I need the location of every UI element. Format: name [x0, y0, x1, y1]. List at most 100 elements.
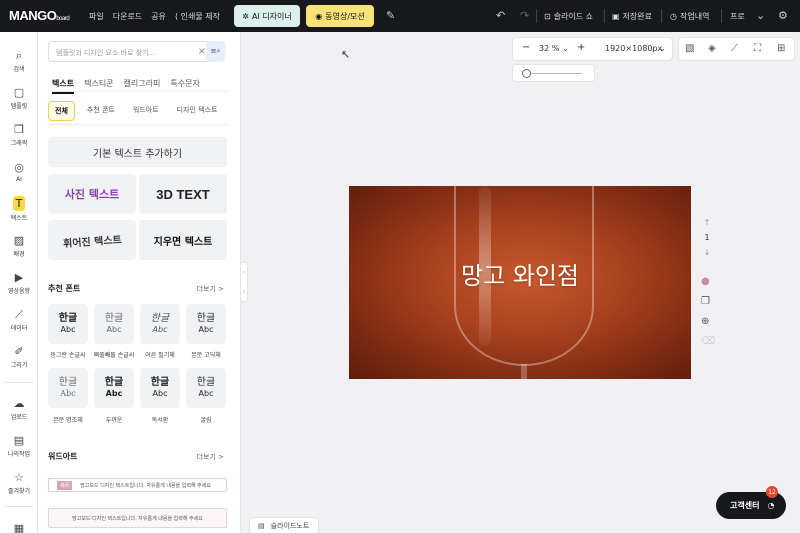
slide-canvas[interactable]: 망고 와인점 [349, 186, 691, 379]
font-card-adult-script[interactable]: 한글 Abc [140, 304, 180, 344]
font-card-myeongjo[interactable]: 한글 Abc [48, 368, 88, 408]
rail-template[interactable]: ▢ 템플릿 [2, 81, 36, 115]
rail-favorite[interactable]: ☆ 즐겨찾기 [2, 466, 36, 500]
style-photo-text[interactable]: 사진 텍스트 [48, 174, 136, 214]
layers-icon[interactable]: ◈ [708, 43, 716, 54]
wordart-more[interactable]: 더보기 > [197, 452, 224, 462]
rail-my-work[interactable]: ▤ 나의작업 [2, 429, 36, 463]
more-icon: ▦ [13, 521, 25, 533]
palette-icon[interactable]: ● [701, 276, 710, 287]
font-label: 어른 필기체 [145, 352, 175, 359]
rail-draw[interactable]: ✐ 그리기 [2, 340, 36, 374]
rail-label: 즐겨찾기 [7, 488, 31, 495]
save-icon: ▣ [612, 12, 620, 21]
page-navigator: ↑ 1 ↓ [701, 218, 713, 257]
zoom-level[interactable]: 32 % [539, 44, 559, 53]
redo-icon[interactable]: ↷ [520, 9, 529, 22]
fit-icon[interactable]: ⛶ [754, 43, 761, 54]
motion-icon: ◉ [315, 11, 323, 21]
rail-upload[interactable]: ☁ 업로드 [2, 392, 36, 426]
history-button[interactable]: ◷ 작업내역 [670, 11, 709, 22]
chip-all[interactable]: 전체 [48, 101, 75, 121]
menu-share[interactable]: 공유 [151, 11, 166, 22]
rail-graphic[interactable]: ❒ 그래픽 [2, 118, 36, 152]
video-motion-button[interactable]: ◉ 동영상/모션 [306, 5, 374, 27]
font-card-rounded[interactable]: 한글 Abc [48, 304, 88, 344]
profile-menu[interactable]: 프로 [730, 11, 745, 22]
font-sample: 한글 [58, 377, 78, 388]
grid-icon[interactable]: ⊞ [777, 43, 785, 54]
style-curved-text[interactable]: 휘어진 텍스트 [48, 220, 136, 260]
save-status[interactable]: ▣ 저장완료 [612, 11, 652, 22]
rail-label: 나의작업 [7, 451, 31, 458]
rail-divider [4, 506, 34, 507]
logo[interactable]: MANGOboard [9, 8, 70, 23]
chip-wordart[interactable]: 워드아트 [127, 101, 165, 121]
font-card-thick[interactable]: 한글 Abc [94, 368, 134, 408]
play-icon: ⊡ [544, 12, 551, 21]
slideshow-button[interactable]: ⊡ 슬라이드 쇼 [544, 11, 593, 22]
page-down-icon[interactable]: ↓ [701, 248, 713, 257]
font-card-gulim[interactable]: 한글 Abc [186, 368, 226, 408]
clock-icon: ◷ [670, 12, 677, 21]
advanced-search-button[interactable]: ≡⌕ [206, 41, 225, 62]
rail-background[interactable]: ▨ 배경 [2, 229, 36, 263]
main-menu: 파일 다운로드 공유 ⟨ 인쇄물 제작 [89, 11, 220, 22]
panel-collapse-handle[interactable]: ‹ › [240, 262, 248, 302]
notes-icon: ▤ [258, 521, 265, 530]
font-label: 본문 고딕체 [191, 352, 221, 359]
menu-download[interactable]: 다운로드 [113, 11, 142, 22]
font-sample: Abc [152, 325, 168, 334]
rail-text[interactable]: T 텍스트 [2, 192, 36, 226]
undo-icon[interactable]: ↶ [496, 9, 505, 22]
style-3d-text[interactable]: 3D TEXT [139, 174, 227, 214]
zoom-in-icon[interactable]: + [577, 42, 585, 53]
page-up-icon[interactable]: ↑ [701, 218, 713, 227]
text-icon: T [12, 196, 26, 211]
add-basic-text-button[interactable]: 기본 텍스트 추가하기 [48, 137, 227, 167]
canvas-size[interactable]: 1920×1080px [605, 44, 662, 53]
rail-ai[interactable]: ◎ AI [2, 155, 36, 189]
menu-file[interactable]: 파일 [89, 11, 104, 22]
divider [48, 124, 228, 125]
wordart-item[interactable]: 제목 망고보드 디자인 텍스트입니다. 자유롭게 내용을 입력해 주세요 [48, 478, 227, 492]
zoom-bar: − 32 % ⌄ + 1920×1080px ⌄ [512, 37, 673, 61]
chevron-down-icon[interactable]: ⌄ [562, 44, 569, 53]
style-shadow-text[interactable]: 지우면 텍스트 [139, 220, 227, 260]
font-card-reading[interactable]: 한글 Abc [140, 368, 180, 408]
menu-print[interactable]: ⟨ 인쇄물 제작 [175, 11, 220, 22]
comment-icon[interactable]: ✎ [386, 9, 395, 22]
chevron-down-icon[interactable]: ⌄ [756, 9, 765, 22]
clear-icon[interactable]: × [198, 46, 206, 57]
font-sample: 한글 [104, 377, 124, 388]
slider-handle[interactable] [522, 69, 531, 78]
font-card-gothic[interactable]: 한글 Abc [186, 304, 226, 344]
ai-designer-button[interactable]: ✲ AI 디자이너 [234, 5, 300, 27]
zoom-slider[interactable] [512, 64, 595, 82]
slide-title-text[interactable]: 망고 와인점 [349, 256, 691, 291]
font-label: 동그란 손글씨 [50, 352, 86, 359]
wordart-text: 망고보드 디자인 텍스트입니다. 자유롭게 내용을 입력해 주세요 [80, 482, 211, 489]
zoom-out-icon[interactable]: − [522, 42, 530, 53]
slide-notes-tab[interactable]: ▤ 슬라이드노트 [249, 517, 319, 533]
ruler-icon[interactable]: ⟋ [731, 43, 738, 54]
recommended-fonts-more[interactable]: 더보기 > [197, 284, 224, 294]
rail-label: AI [16, 176, 22, 183]
layout-icon[interactable]: ▧ [685, 43, 694, 54]
font-card-wobbly[interactable]: 한글 Abc [94, 304, 134, 344]
chip-design-text[interactable]: 디자인 텍스트 [171, 101, 224, 121]
settings-icon[interactable]: ⚙ [778, 9, 788, 22]
wine-glass-stem [521, 364, 527, 379]
search-input[interactable]: 템플릿과 디자인 요소 바로 찾기... × [48, 41, 213, 62]
rail-search[interactable]: ⌕ 검색 [2, 44, 36, 78]
delete-icon[interactable]: ⌫ [701, 336, 715, 347]
chip-recommended-fonts[interactable]: 추천 폰트 [81, 101, 121, 121]
rail-data[interactable]: ⟋ 데이터 [2, 303, 36, 337]
rail-media[interactable]: ▶ 영상음향 [2, 266, 36, 300]
divider [48, 91, 228, 92]
rail-extra[interactable]: ▦ [2, 512, 36, 533]
duplicate-icon[interactable]: ❐ [701, 296, 710, 307]
chevron-down-icon[interactable]: ⌄ [659, 44, 666, 53]
wordart-item[interactable]: 망고보드 디자인 텍스트입니다. 자유롭게 내용을 입력해 주세요 [48, 508, 227, 528]
add-page-icon[interactable]: ⊕ [701, 316, 709, 327]
